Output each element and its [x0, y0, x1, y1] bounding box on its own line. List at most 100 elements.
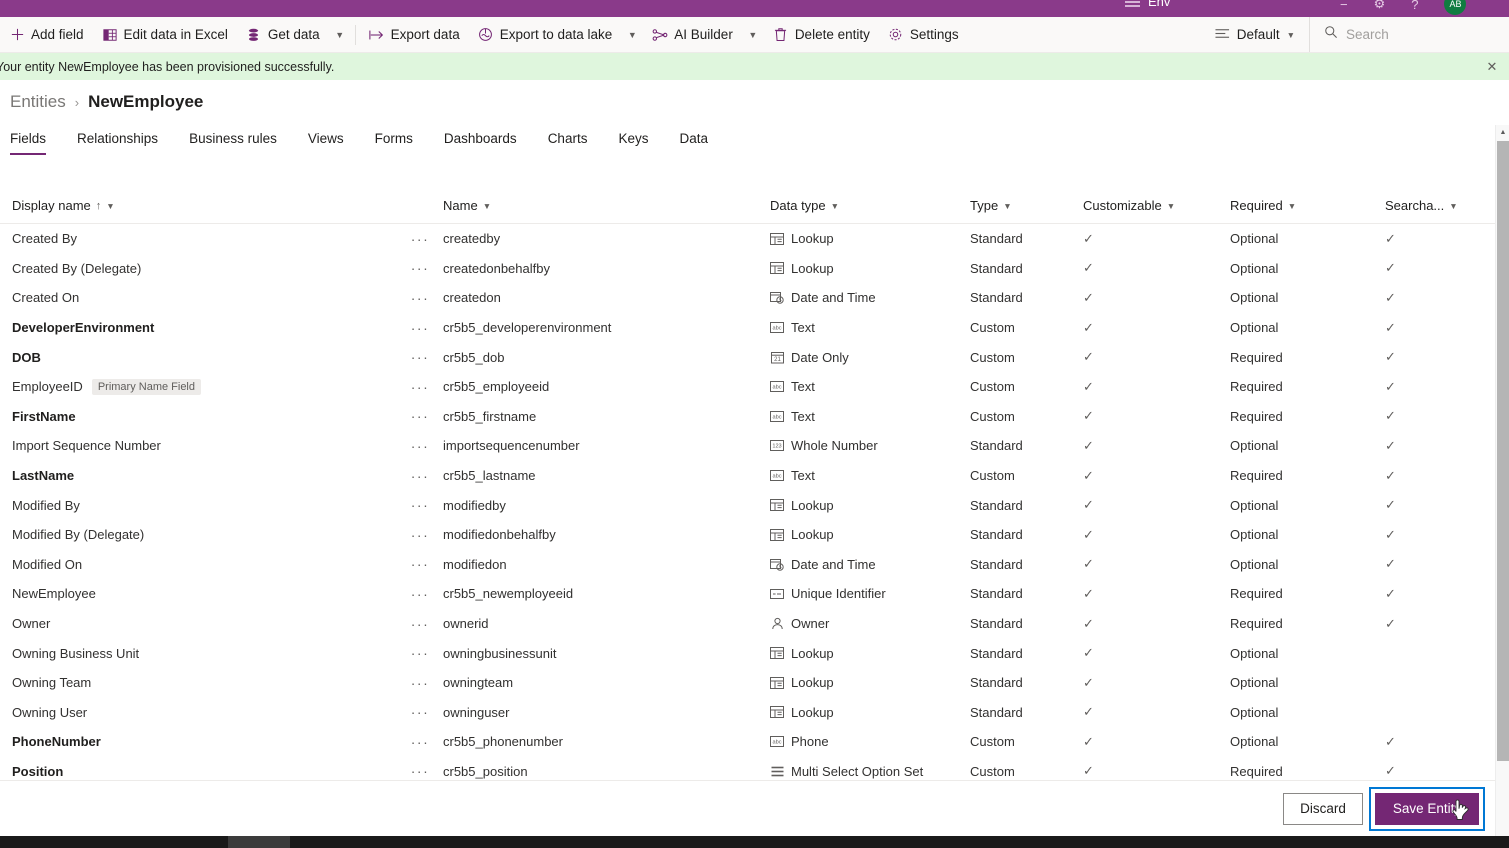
table-row[interactable]: Owning User ··· owninguser Lookup Standard ✓ O…	[0, 698, 1497, 728]
table-row[interactable]: Import Sequence Number ··· importsequencen…	[0, 431, 1497, 461]
chevron-down-icon[interactable]: ▼	[1288, 201, 1296, 211]
table-row[interactable]: Created By ··· createdby Lookup Standard ✓ Opt…	[0, 224, 1497, 254]
taskbar-active-app[interactable]	[228, 836, 290, 848]
close-icon[interactable]: ✕	[1484, 59, 1500, 75]
cell-display-name[interactable]: LastName	[0, 468, 400, 483]
scrollbar-thumb[interactable]	[1497, 141, 1509, 761]
chevron-down-icon[interactable]: ▼	[483, 201, 491, 211]
column-header-display-name[interactable]: Display name ↑ ▼	[12, 198, 115, 213]
cell-display-name[interactable]: Created By	[0, 231, 400, 246]
add-field-button[interactable]: Add field	[0, 17, 93, 52]
settings-button[interactable]: Settings	[879, 17, 968, 52]
cell-display-name[interactable]: Owning User	[0, 705, 400, 720]
export-to-data-lake-button[interactable]: Export to data lake	[469, 17, 622, 52]
discard-button[interactable]: Discard	[1283, 792, 1363, 825]
cell-display-name[interactable]: EmployeeID Primary Name Field	[0, 378, 400, 395]
ai-builder-button[interactable]: AI Builder	[643, 17, 742, 52]
column-header-required[interactable]: Required ▼	[1230, 198, 1385, 213]
table-row[interactable]: Created By (Delegate) ··· createdonbehalfb…	[0, 254, 1497, 284]
cell-display-name[interactable]: Position	[0, 764, 400, 779]
tab-data[interactable]: Data	[679, 131, 722, 155]
column-header-data-type[interactable]: Data type ▼	[770, 198, 839, 213]
avatar[interactable]: AB	[1444, 0, 1467, 15]
row-more-options-icon[interactable]: ···	[400, 231, 440, 247]
row-more-options-icon[interactable]: ···	[400, 379, 440, 395]
minus-icon[interactable]: −	[1340, 0, 1348, 12]
row-more-options-icon[interactable]: ···	[400, 527, 440, 543]
view-selector[interactable]: Default ▼	[1205, 17, 1309, 52]
table-row[interactable]: DOB ··· cr5b5_dob 21 Date Only Custom ✓ Require…	[0, 342, 1497, 372]
row-more-options-icon[interactable]: ···	[400, 734, 440, 750]
ai-builder-chevron-down-icon[interactable]: ▼	[742, 17, 764, 52]
row-more-options-icon[interactable]: ···	[400, 616, 440, 632]
row-more-options-icon[interactable]: ···	[400, 645, 440, 661]
cell-display-name[interactable]: NewEmployee	[0, 586, 400, 601]
tab-views[interactable]: Views	[308, 131, 358, 155]
chevron-down-icon[interactable]: ▼	[1449, 201, 1457, 211]
tab-fields[interactable]: Fields	[10, 131, 60, 155]
cell-display-name[interactable]: PhoneNumber	[0, 734, 400, 749]
row-more-options-icon[interactable]: ···	[400, 763, 440, 779]
cell-display-name[interactable]: Created By (Delegate)	[0, 261, 400, 276]
edit-data-in-excel-button[interactable]: Edit data in Excel	[93, 17, 237, 52]
cell-display-name[interactable]: Modified By (Delegate)	[0, 527, 400, 542]
chevron-down-icon[interactable]: ▼	[1167, 201, 1175, 211]
table-row[interactable]: DeveloperEnvironment ··· cr5b5_developeren…	[0, 313, 1497, 343]
cell-display-name[interactable]: DOB	[0, 350, 400, 365]
help-icon[interactable]: ?	[1411, 0, 1418, 12]
table-row[interactable]: Modified By (Delegate) ··· modifiedonbehal…	[0, 520, 1497, 550]
row-more-options-icon[interactable]: ···	[400, 556, 440, 572]
get-data-button[interactable]: Get data	[237, 17, 329, 52]
vertical-scrollbar[interactable]: ▲	[1495, 125, 1509, 836]
table-row[interactable]: LastName ··· cr5b5_lastname abc Text Custom ✓ R…	[0, 461, 1497, 491]
tab-charts[interactable]: Charts	[548, 131, 602, 155]
environment-indicator[interactable]: Env	[1125, 0, 1170, 9]
breadcrumb-entities-link[interactable]: Entities	[10, 92, 66, 112]
row-more-options-icon[interactable]: ···	[400, 586, 440, 602]
tab-keys[interactable]: Keys	[618, 131, 662, 155]
table-row[interactable]: EmployeeID Primary Name Field ··· cr5b5_emp…	[0, 372, 1497, 402]
row-more-options-icon[interactable]: ···	[400, 468, 440, 484]
tab-dashboards[interactable]: Dashboards	[444, 131, 531, 155]
cell-display-name[interactable]: Created On	[0, 290, 400, 305]
tab-business-rules[interactable]: Business rules	[189, 131, 291, 155]
cell-display-name[interactable]: Owning Team	[0, 675, 400, 690]
row-more-options-icon[interactable]: ···	[400, 497, 440, 513]
row-more-options-icon[interactable]: ···	[400, 408, 440, 424]
tab-relationships[interactable]: Relationships	[77, 131, 172, 155]
export-data-button[interactable]: Export data	[360, 17, 469, 52]
cell-display-name[interactable]: Modified On	[0, 557, 400, 572]
column-header-customizable[interactable]: Customizable ▼	[1083, 198, 1230, 213]
search-box[interactable]	[1309, 17, 1509, 52]
get-data-chevron-down-icon[interactable]: ▼	[329, 17, 351, 52]
table-row[interactable]: Modified By ··· modifiedby Lookup Standard ✓ O…	[0, 490, 1497, 520]
view-chevron-down-icon[interactable]: ▼	[1287, 30, 1295, 40]
table-row[interactable]: Modified On ··· modifiedon Date and Time Sta…	[0, 550, 1497, 580]
row-more-options-icon[interactable]: ···	[400, 260, 440, 276]
cell-display-name[interactable]: Owning Business Unit	[0, 646, 400, 661]
table-row[interactable]: FirstName ··· cr5b5_firstname abc Text Custom…	[0, 402, 1497, 432]
column-header-searchable[interactable]: Searcha... ▼	[1385, 198, 1497, 213]
chevron-down-icon[interactable]: ▼	[831, 201, 839, 211]
column-header-type[interactable]: Type ▼	[970, 198, 1075, 213]
row-more-options-icon[interactable]: ···	[400, 290, 440, 306]
gear-icon-header[interactable]: ⚙	[1374, 0, 1386, 12]
tab-forms[interactable]: Forms	[375, 131, 427, 155]
cell-display-name[interactable]: FirstName	[0, 409, 400, 424]
chevron-down-icon[interactable]: ▼	[1003, 201, 1011, 211]
cell-display-name[interactable]: DeveloperEnvironment	[0, 320, 400, 335]
hamburger-menu-icon[interactable]	[1125, 0, 1140, 7]
row-more-options-icon[interactable]: ···	[400, 438, 440, 454]
row-more-options-icon[interactable]: ···	[400, 320, 440, 336]
table-row[interactable]: Owning Team ··· owningteam Lookup Standard ✓ O…	[0, 668, 1497, 698]
scroll-up-arrow-icon[interactable]: ▲	[1496, 125, 1509, 139]
delete-entity-button[interactable]: Delete entity	[764, 17, 879, 52]
row-more-options-icon[interactable]: ···	[400, 675, 440, 691]
table-row[interactable]: Created On ··· createdon Date and Time Stand…	[0, 283, 1497, 313]
cell-display-name[interactable]: Import Sequence Number	[0, 438, 400, 453]
table-row[interactable]: Owning Business Unit ··· owningbusinessuni…	[0, 638, 1497, 668]
row-more-options-icon[interactable]: ···	[400, 349, 440, 365]
chevron-down-icon[interactable]: ▼	[106, 201, 114, 211]
table-row[interactable]: Owner ··· ownerid Owner Standard ✓ Required ✓	[0, 609, 1497, 639]
column-header-name[interactable]: Name ▼	[443, 198, 770, 213]
